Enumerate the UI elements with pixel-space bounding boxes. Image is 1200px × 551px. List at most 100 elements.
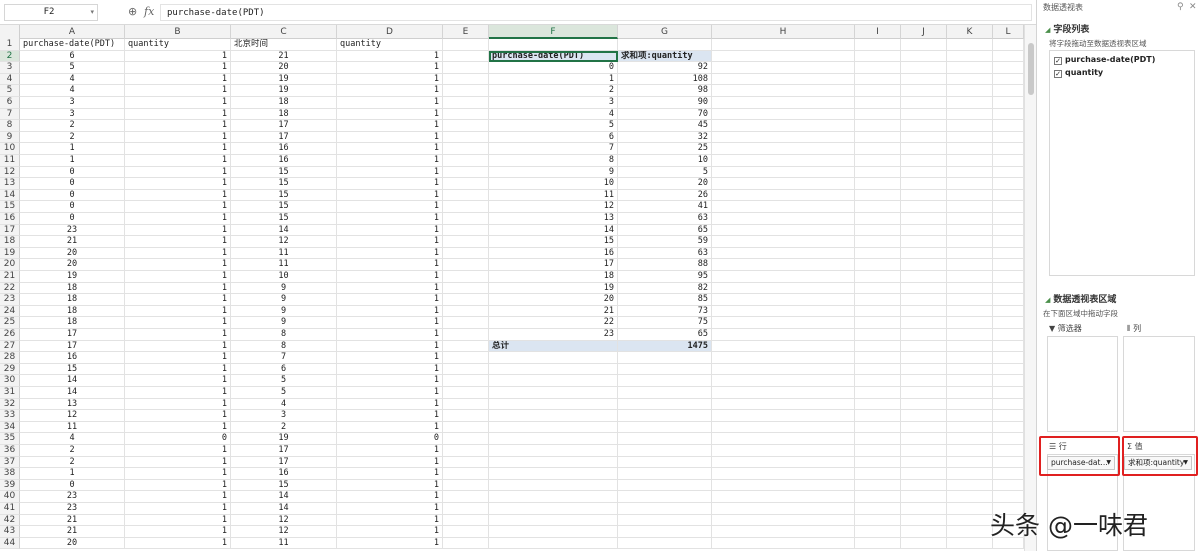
field-list-section[interactable]: ◢ 字段列表 — [1045, 22, 1089, 35]
data-cell[interactable]: 1 — [337, 282, 443, 295]
grid-cell[interactable] — [993, 410, 1024, 422]
row-header[interactable]: 32 — [0, 398, 20, 411]
data-cell[interactable]: 1 — [125, 294, 231, 306]
data-cell[interactable]: 1 — [20, 155, 125, 167]
grid-cell[interactable] — [855, 282, 901, 295]
row-header[interactable]: 41 — [0, 503, 20, 515]
grid-cell[interactable] — [901, 503, 947, 515]
pivot-row-label[interactable]: 23 — [489, 329, 618, 341]
row-header[interactable]: 3 — [0, 62, 20, 74]
data-cell[interactable]: 1 — [125, 340, 231, 353]
grid-cell[interactable] — [443, 236, 489, 248]
data-cell[interactable]: 0 — [20, 201, 125, 213]
data-cell[interactable]: 11 — [231, 537, 337, 550]
data-cell[interactable]: 1 — [125, 50, 231, 63]
grid-cell[interactable] — [993, 305, 1024, 318]
column-header-h[interactable]: H — [712, 25, 855, 39]
name-box[interactable]: F2 ▾ — [4, 4, 98, 21]
grid-cell[interactable] — [712, 97, 855, 109]
data-cell[interactable]: 1 — [337, 131, 443, 144]
grid-cell[interactable] — [618, 410, 712, 422]
grid-cell[interactable] — [901, 259, 947, 271]
grid-cell[interactable] — [993, 201, 1024, 213]
grid-cell[interactable] — [901, 271, 947, 283]
grid-cell[interactable] — [855, 108, 901, 121]
grid-cell[interactable] — [443, 398, 489, 411]
grid-cell[interactable] — [993, 213, 1024, 225]
grid-cell[interactable] — [993, 317, 1024, 329]
pivot-row-value[interactable]: 25 — [618, 143, 712, 155]
data-cell[interactable]: 1 — [337, 143, 443, 155]
pivot-row-value[interactable]: 85 — [618, 294, 712, 306]
data-cell[interactable]: 17 — [231, 445, 337, 457]
data-cell[interactable]: 5 — [231, 387, 337, 399]
data-cell[interactable]: 11 — [231, 259, 337, 271]
data-cell[interactable]: 14 — [231, 224, 337, 237]
grid-cell[interactable] — [901, 189, 947, 202]
grid-cell[interactable] — [712, 398, 855, 411]
row-header[interactable]: 22 — [0, 282, 20, 295]
grid-cell[interactable] — [947, 85, 993, 97]
data-cell[interactable]: 18 — [20, 282, 125, 295]
checkbox-checked-icon[interactable]: ✓ — [1054, 57, 1062, 65]
grid-cell[interactable] — [489, 433, 618, 445]
data-cell[interactable]: 1 — [125, 155, 231, 167]
row-header[interactable]: 4 — [0, 73, 20, 86]
grid-cell[interactable] — [618, 39, 712, 51]
pivot-row-value[interactable]: 73 — [618, 305, 712, 318]
column-header-e[interactable]: E — [443, 25, 489, 39]
grid-cell[interactable] — [855, 166, 901, 179]
grid-cell[interactable] — [993, 108, 1024, 121]
data-cell[interactable]: 11 — [231, 247, 337, 260]
data-cell[interactable]: 15 — [231, 201, 337, 213]
grid-cell[interactable] — [901, 537, 947, 550]
row-header[interactable]: 14 — [0, 189, 20, 202]
pivot-row-value[interactable]: 20 — [618, 178, 712, 190]
pivot-row-value[interactable]: 75 — [618, 317, 712, 329]
header-cell[interactable]: 北京时间 — [231, 39, 337, 51]
data-cell[interactable]: 14 — [231, 491, 337, 503]
grid-cell[interactable] — [901, 201, 947, 213]
data-cell[interactable]: 1 — [337, 166, 443, 179]
data-cell[interactable]: 1 — [337, 247, 443, 260]
chevron-down-icon[interactable]: ▾ — [90, 8, 94, 16]
grid-cell[interactable] — [855, 468, 901, 480]
data-cell[interactable]: 2 — [20, 456, 125, 469]
data-cell[interactable]: 1 — [125, 282, 231, 295]
grid-cell[interactable] — [901, 305, 947, 318]
grid-cell[interactable] — [947, 363, 993, 376]
data-cell[interactable]: 1 — [337, 62, 443, 74]
row-header[interactable]: 7 — [0, 108, 20, 121]
grid-cell[interactable] — [901, 317, 947, 329]
grid-cell[interactable] — [947, 189, 993, 202]
data-cell[interactable]: 18 — [231, 108, 337, 121]
grid-cell[interactable] — [901, 39, 947, 51]
data-cell[interactable]: 1 — [125, 503, 231, 515]
grid-cell[interactable] — [947, 433, 993, 445]
row-header[interactable]: 34 — [0, 421, 20, 434]
grid-cell[interactable] — [947, 294, 993, 306]
data-cell[interactable]: 21 — [20, 526, 125, 538]
grid-cell[interactable] — [993, 120, 1024, 132]
pin-icon[interactable]: ⚲ — [1177, 2, 1184, 12]
grid-cell[interactable] — [712, 166, 855, 179]
data-cell[interactable]: 20 — [20, 247, 125, 260]
data-cell[interactable]: 15 — [231, 479, 337, 492]
grid-cell[interactable] — [618, 352, 712, 364]
grid-cell[interactable] — [947, 503, 993, 515]
data-cell[interactable]: 2 — [20, 131, 125, 144]
data-cell[interactable]: 1 — [125, 398, 231, 411]
grid-cell[interactable] — [443, 247, 489, 260]
grid-cell[interactable] — [712, 236, 855, 248]
row-header[interactable]: 44 — [0, 537, 20, 550]
grid-cell[interactable] — [443, 50, 489, 63]
data-cell[interactable]: 17 — [20, 329, 125, 341]
grid-cell[interactable] — [443, 213, 489, 225]
data-cell[interactable]: 1 — [337, 271, 443, 283]
pivot-value-header[interactable]: 求和项:quantity — [618, 50, 712, 63]
data-cell[interactable]: 1 — [337, 155, 443, 167]
grid-cell[interactable] — [993, 468, 1024, 480]
data-cell[interactable]: 4 — [20, 433, 125, 445]
pivot-row-label[interactable]: 2 — [489, 85, 618, 97]
grid-cell[interactable] — [618, 375, 712, 387]
